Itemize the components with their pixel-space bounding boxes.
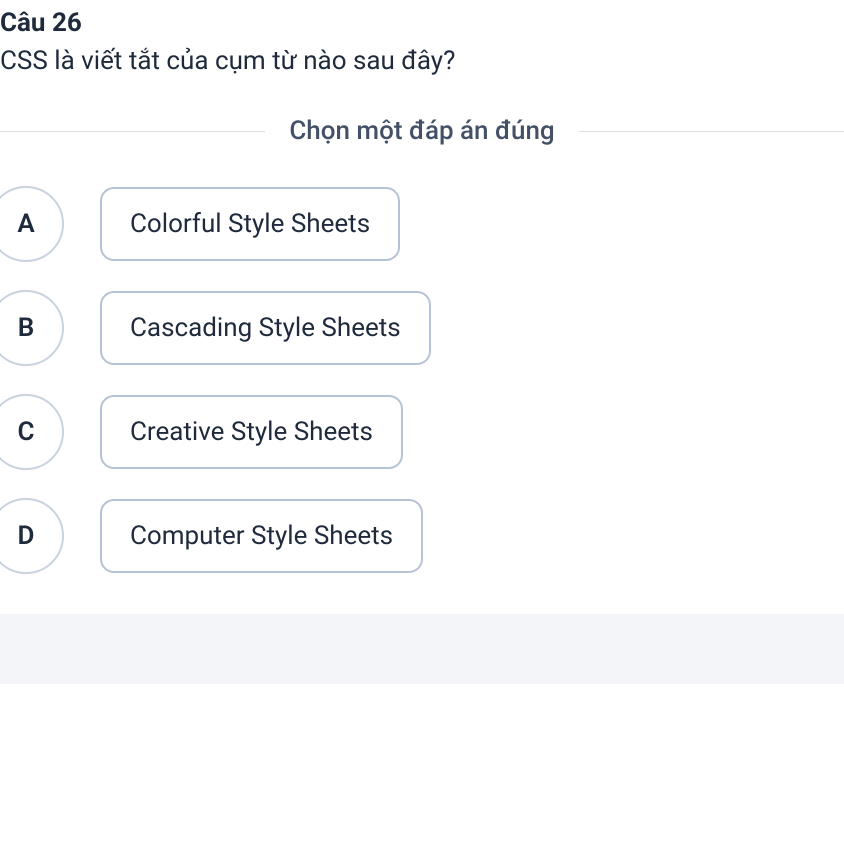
options-list: A Colorful Style Sheets B Cascading Styl… <box>0 186 844 574</box>
question-number: Câu 26 <box>0 8 844 38</box>
option-letter-d[interactable]: D <box>0 498 64 574</box>
option-letter-a[interactable]: A <box>0 186 64 262</box>
instruction-text: Chọn một đáp án đúng <box>289 116 554 146</box>
divider-line-right <box>579 131 844 132</box>
option-letter-b[interactable]: B <box>0 290 64 366</box>
option-row-c[interactable]: C Creative Style Sheets <box>0 394 844 470</box>
instruction-divider: Chọn một đáp án đúng <box>0 116 844 146</box>
option-row-a[interactable]: A Colorful Style Sheets <box>0 186 844 262</box>
option-row-b[interactable]: B Cascading Style Sheets <box>0 290 844 366</box>
option-box-a[interactable]: Colorful Style Sheets <box>100 187 400 261</box>
footer-band <box>0 614 844 684</box>
option-box-b[interactable]: Cascading Style Sheets <box>100 291 431 365</box>
option-letter-c[interactable]: C <box>0 394 64 470</box>
question-text: CSS là viết tắt của cụm từ nào sau đây? <box>0 46 844 76</box>
option-box-c[interactable]: Creative Style Sheets <box>100 395 403 469</box>
divider-line-left <box>0 131 265 132</box>
option-row-d[interactable]: D Computer Style Sheets <box>0 498 844 574</box>
option-box-d[interactable]: Computer Style Sheets <box>100 499 423 573</box>
